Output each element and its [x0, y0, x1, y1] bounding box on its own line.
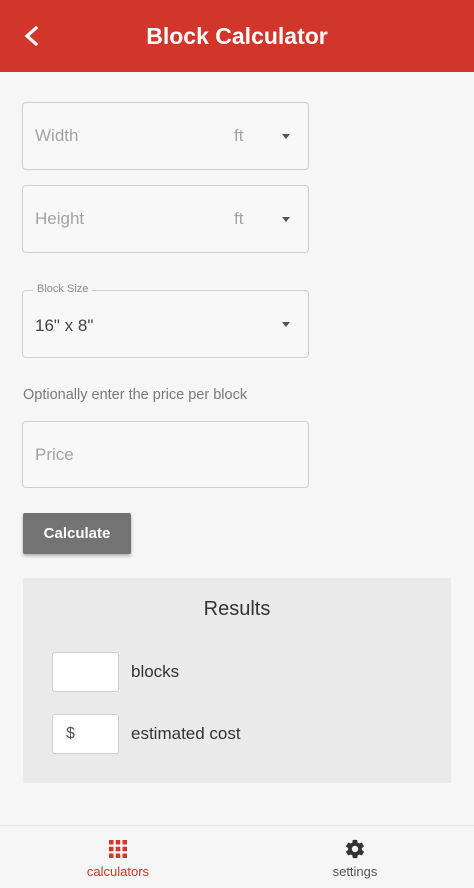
price-input[interactable]: Price [22, 421, 309, 488]
nav-label-calculators: calculators [86, 864, 150, 879]
chevron-down-icon[interactable] [282, 134, 290, 139]
blocks-output [52, 652, 119, 692]
chevron-down-icon[interactable] [282, 322, 290, 327]
block-size-value: 16" x 8" [35, 316, 94, 335]
height-dropdown-field[interactable]: Height ft [22, 185, 309, 253]
nav-item-settings[interactable]: settings [280, 826, 430, 888]
blocks-label: blocks [131, 662, 180, 681]
price-hint: Optionally enter the price per block [23, 387, 248, 403]
chevron-down-icon[interactable] [282, 217, 290, 222]
dollar-sign: $ [66, 725, 75, 742]
block-size-select[interactable]: Block Size 16" x 8" [22, 283, 309, 358]
nav-label-settings: settings [332, 864, 378, 879]
height-placeholder: Height [35, 209, 85, 228]
width-unit: ft [234, 126, 244, 145]
estimated-cost-output: $ [52, 714, 119, 754]
bottom-navigation: calculators settings [0, 825, 474, 888]
estimated-cost-label: estimated cost [131, 724, 241, 743]
calculate-button[interactable]: Calculate [23, 513, 131, 554]
price-placeholder: Price [35, 444, 74, 464]
gear-icon [344, 838, 366, 860]
height-unit: ft [234, 209, 244, 228]
width-placeholder: Width [35, 126, 79, 145]
nav-item-calculators[interactable]: calculators [43, 826, 193, 888]
width-dropdown-field[interactable]: Width ft [22, 102, 309, 170]
page-title: Block Calculator [146, 23, 328, 49]
app-bar: Block Calculator [0, 0, 474, 72]
block-size-label: Block Size [33, 283, 93, 295]
results-title: Results [203, 598, 271, 620]
results-panel: Results blocks $ estimated cost [23, 578, 451, 783]
grid-icon [108, 838, 128, 860]
